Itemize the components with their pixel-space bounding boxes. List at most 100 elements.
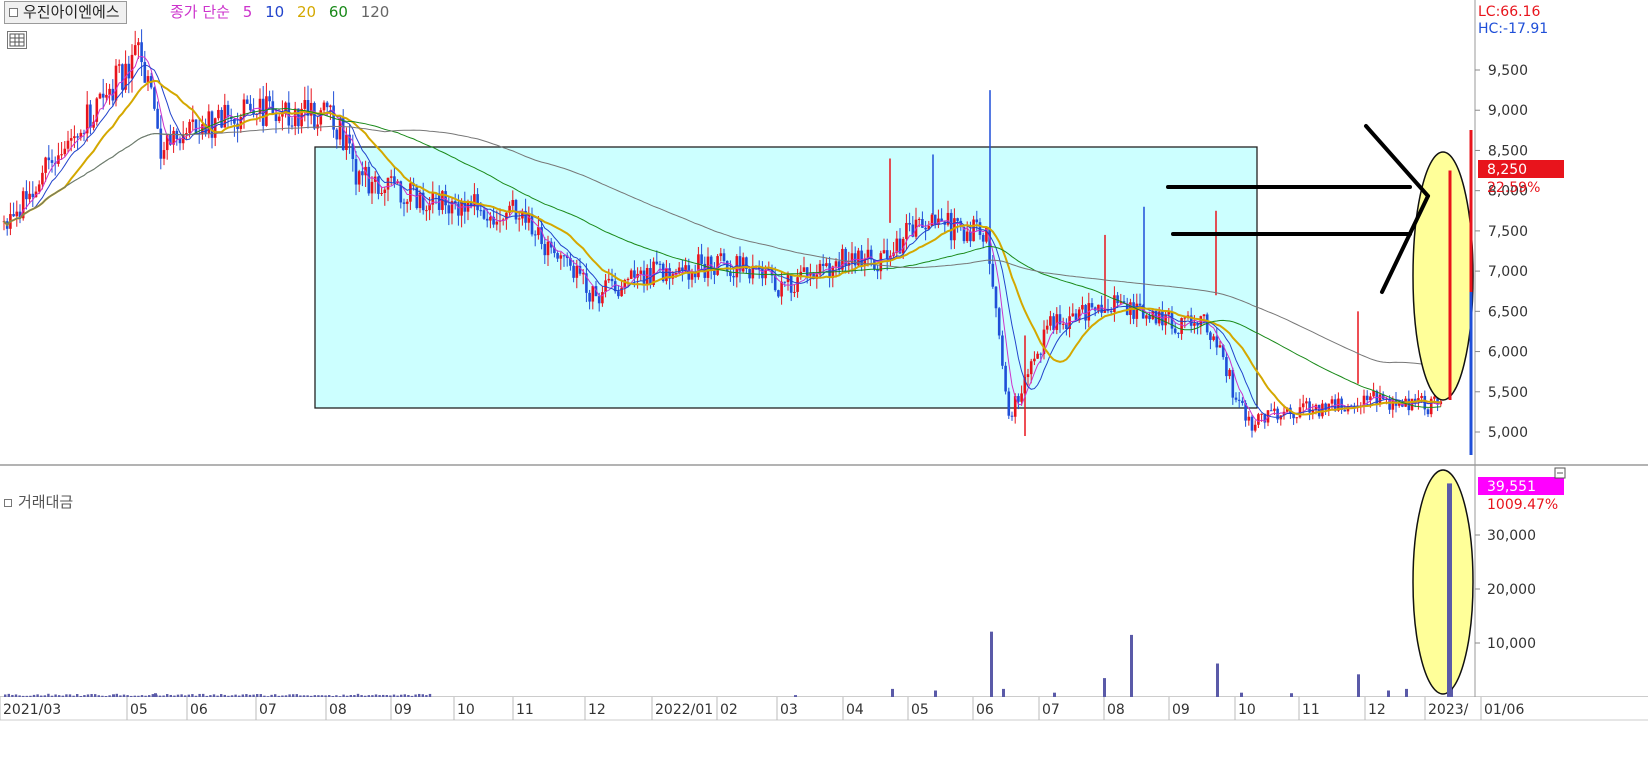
candle-body[interactable] — [1081, 305, 1084, 310]
volume-bar[interactable] — [1053, 692, 1056, 697]
candle-body[interactable] — [98, 93, 102, 99]
candle-body[interactable] — [975, 219, 979, 223]
candle-body[interactable] — [114, 65, 118, 101]
candle-body[interactable] — [1033, 358, 1036, 362]
candle-body[interactable] — [156, 108, 159, 129]
candle-body[interactable] — [1177, 332, 1180, 334]
candle-body[interactable] — [626, 278, 630, 281]
candle-body[interactable] — [137, 42, 140, 46]
candle-body[interactable] — [377, 176, 380, 194]
candle-body[interactable] — [357, 171, 361, 185]
candle-body[interactable] — [361, 171, 364, 176]
volume-bar[interactable] — [1216, 663, 1219, 697]
volume-bar[interactable] — [891, 688, 894, 697]
candle-body[interactable] — [617, 291, 620, 297]
candle-body[interactable] — [1071, 313, 1075, 317]
candle-body[interactable] — [25, 191, 28, 200]
candle-body[interactable] — [969, 231, 972, 242]
candle-body[interactable] — [793, 291, 796, 293]
candle-body[interactable] — [1253, 424, 1257, 431]
candle-body[interactable] — [533, 234, 537, 236]
candle-body[interactable] — [921, 219, 924, 228]
candle-body[interactable] — [130, 54, 134, 79]
candle-body[interactable] — [303, 100, 307, 109]
candle-body[interactable] — [761, 268, 764, 279]
candle-body[interactable] — [546, 241, 550, 256]
candle-body[interactable] — [389, 176, 393, 178]
candle-body[interactable] — [354, 159, 358, 185]
candle-body[interactable] — [802, 267, 806, 272]
candle-body[interactable] — [341, 118, 345, 150]
candle-body[interactable] — [665, 268, 668, 282]
candle-body[interactable] — [1330, 399, 1334, 404]
candle-body[interactable] — [1132, 302, 1135, 319]
candle-body[interactable] — [1228, 369, 1231, 377]
candle-body[interactable] — [425, 210, 428, 212]
candle-body[interactable] — [60, 154, 63, 156]
candle-body[interactable] — [41, 172, 44, 185]
candle-body[interactable] — [245, 99, 249, 104]
ma120-legend[interactable]: 120 — [361, 3, 390, 21]
candle-body[interactable] — [1301, 403, 1305, 408]
candle-body[interactable] — [89, 104, 92, 128]
volume-bar[interactable] — [1002, 688, 1005, 697]
candle-body[interactable] — [121, 64, 124, 90]
candle-body[interactable] — [517, 218, 521, 220]
candle-body[interactable] — [994, 286, 998, 309]
candle-body[interactable] — [645, 267, 649, 285]
candle-body[interactable] — [796, 277, 799, 292]
candle-body[interactable] — [482, 210, 486, 219]
ma20-legend[interactable]: 20 — [297, 3, 316, 21]
candle-body[interactable] — [1138, 303, 1142, 306]
candle-body[interactable] — [658, 263, 662, 265]
candle-body[interactable] — [1212, 336, 1215, 340]
candle-body[interactable] — [447, 205, 451, 214]
candle-body[interactable] — [511, 200, 515, 206]
candle-body[interactable] — [1180, 318, 1183, 334]
candle-body[interactable] — [117, 64, 121, 66]
candle-body[interactable] — [713, 270, 716, 275]
candle-body[interactable] — [725, 260, 729, 272]
candle-body[interactable] — [1269, 410, 1273, 412]
candle-body[interactable] — [805, 267, 809, 276]
candle-body[interactable] — [101, 93, 105, 98]
candle-body[interactable] — [700, 254, 703, 264]
candle-body[interactable] — [1055, 314, 1059, 330]
candle-body[interactable] — [329, 105, 332, 108]
candle-body[interactable] — [1234, 397, 1238, 400]
volume-panel-title[interactable]: 거래대금 — [4, 492, 73, 512]
candle-body[interactable] — [1017, 396, 1020, 402]
candle-body[interactable] — [489, 216, 492, 221]
candle-body[interactable] — [178, 139, 182, 144]
candle-body[interactable] — [1257, 414, 1260, 425]
candle-body[interactable] — [127, 63, 131, 79]
candle-body[interactable] — [575, 265, 579, 278]
candle-body[interactable] — [383, 189, 387, 193]
candle-body[interactable] — [1004, 365, 1007, 392]
candle-body[interactable] — [1273, 408, 1276, 411]
candle-body[interactable] — [633, 270, 636, 278]
volume-bar[interactable] — [112, 694, 115, 697]
candle-body[interactable] — [108, 88, 111, 95]
candle-body[interactable] — [1241, 400, 1244, 403]
candle-body[interactable] — [825, 263, 828, 266]
candle-body[interactable] — [543, 244, 547, 256]
candle-body[interactable] — [655, 261, 659, 264]
candle-body[interactable] — [213, 118, 217, 138]
ma5-legend[interactable]: 5 — [243, 3, 253, 21]
candle-body[interactable] — [69, 138, 73, 141]
candle-body[interactable] — [1010, 415, 1014, 417]
candle-body[interactable] — [783, 281, 787, 283]
candle-body[interactable] — [981, 234, 985, 242]
candle-body[interactable] — [12, 214, 15, 217]
candle-body[interactable] — [1193, 323, 1196, 326]
candle-body[interactable] — [322, 102, 326, 111]
candle-body[interactable] — [485, 218, 489, 221]
candle-body[interactable] — [290, 125, 294, 127]
volume-bar[interactable] — [154, 693, 157, 697]
volume-bar[interactable] — [1387, 690, 1390, 697]
candle-body[interactable] — [31, 193, 35, 198]
candle-body[interactable] — [479, 210, 483, 212]
candle-body[interactable] — [1026, 374, 1030, 378]
candle-body[interactable] — [370, 181, 374, 194]
